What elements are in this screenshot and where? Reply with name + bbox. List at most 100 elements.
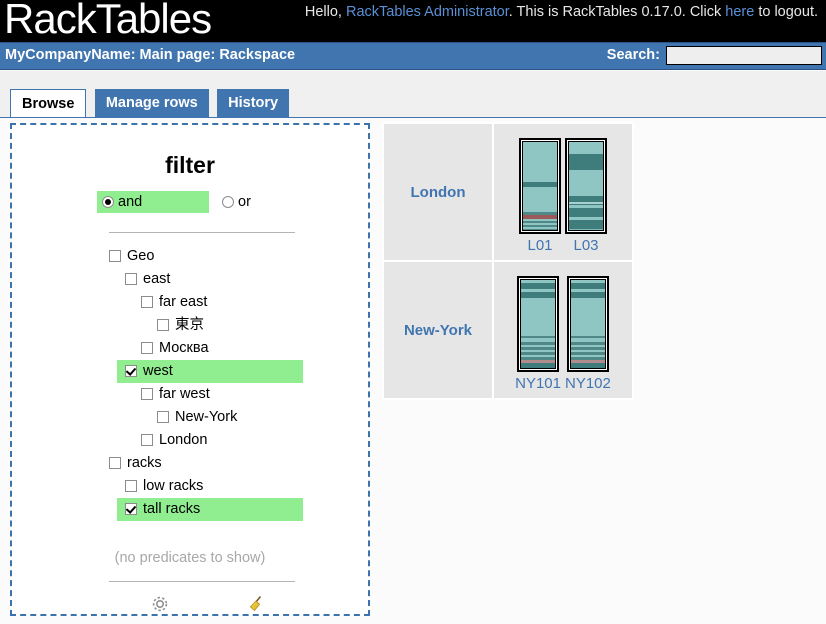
filter-mode-and[interactable]: and bbox=[97, 191, 209, 213]
filter-tree-item[interactable]: Москва bbox=[12, 337, 368, 360]
tab-bar: Browse Manage rows History bbox=[10, 89, 293, 118]
filter-mode-and-label: and bbox=[118, 194, 143, 210]
greeting-text: Hello, RackTables Administrator. This is… bbox=[258, 2, 818, 22]
rack-unit-band bbox=[569, 142, 603, 154]
radio-and-icon[interactable] bbox=[102, 196, 114, 208]
rack-units-graphic bbox=[522, 141, 558, 231]
rack-unit-band bbox=[569, 220, 603, 229]
filter-tree-item[interactable]: west bbox=[117, 360, 303, 383]
filter-tree-item[interactable]: Geo bbox=[12, 245, 368, 268]
filter-mode-group: and or bbox=[97, 191, 287, 213]
rack-unit-band bbox=[523, 142, 557, 182]
checkbox-icon[interactable] bbox=[157, 411, 169, 423]
rack-units-graphic bbox=[569, 279, 606, 369]
tab-underline bbox=[0, 117, 826, 118]
filter-tree-item-label: racks bbox=[127, 455, 162, 471]
rack-unit-band bbox=[569, 154, 603, 170]
filter-tree-item-label: far west bbox=[159, 386, 210, 402]
rack-unit-band bbox=[569, 170, 603, 196]
broom-icon[interactable] bbox=[245, 593, 267, 615]
gear-icon[interactable] bbox=[149, 593, 171, 615]
rack-unit-band bbox=[523, 229, 557, 230]
greeting-prefix: Hello, bbox=[304, 4, 346, 20]
filter-tree-item-label: low racks bbox=[143, 478, 204, 494]
filter-tree-item[interactable]: racks bbox=[12, 452, 368, 475]
rack-frame bbox=[565, 138, 607, 234]
rack-frame bbox=[517, 276, 560, 372]
filter-tree-item-label: Geo bbox=[127, 248, 155, 264]
filter-tree-item[interactable]: low racks bbox=[12, 475, 368, 498]
filter-tree-item-label: London bbox=[159, 432, 208, 448]
filter-separator-bottom bbox=[109, 581, 295, 582]
user-profile-link[interactable]: RackTables Administrator bbox=[346, 4, 509, 20]
rack-unit-band bbox=[569, 229, 603, 230]
filter-tree: Geo east far east 東京 Москва west far west New-Y… bbox=[12, 245, 368, 521]
rack-thumbnail[interactable]: NY101 bbox=[515, 276, 561, 392]
filter-tree-item-label: Москва bbox=[159, 340, 209, 356]
checkbox-icon[interactable] bbox=[109, 457, 121, 469]
filter-tree-item-label: tall racks bbox=[143, 501, 201, 517]
rack-unit-band bbox=[523, 187, 557, 212]
filter-tree-item[interactable]: east bbox=[12, 268, 368, 291]
rack-thumbnail[interactable]: NY102 bbox=[565, 276, 611, 392]
filter-tree-item[interactable]: far west bbox=[12, 383, 368, 406]
filter-tree-item[interactable]: London bbox=[12, 429, 368, 452]
checkbox-icon[interactable] bbox=[125, 365, 137, 377]
filter-tree-item[interactable]: New-York bbox=[12, 406, 368, 429]
filter-actions bbox=[109, 593, 295, 617]
tab-manage-rows[interactable]: Manage rows bbox=[94, 89, 209, 118]
rack-unit-band bbox=[570, 298, 605, 336]
checkbox-icon[interactable] bbox=[141, 388, 153, 400]
rack-unit-band bbox=[569, 202, 603, 204]
radio-or-icon[interactable] bbox=[222, 196, 234, 208]
rackspace-table: London L01 L03 New-York NY101 NY102 bbox=[382, 122, 634, 400]
rackspace-row: London L01 L03 bbox=[384, 124, 632, 260]
rack-thumbnail[interactable]: L03 bbox=[565, 138, 607, 254]
rackspace-row: New-York NY101 NY102 bbox=[384, 262, 632, 398]
search-input[interactable] bbox=[666, 46, 822, 65]
rack-name-link[interactable]: NY102 bbox=[565, 375, 611, 392]
no-predicates-message: (no predicates to show) bbox=[114, 550, 266, 566]
rack-row-name: London bbox=[384, 124, 492, 260]
filter-panel: filter and or Geo east far east 東京 Москва wes… bbox=[10, 123, 370, 616]
tab-browse[interactable]: Browse bbox=[10, 89, 87, 118]
filter-tree-item-label: east bbox=[143, 271, 171, 287]
checkbox-icon[interactable] bbox=[141, 342, 153, 354]
rack-row-cell: L01 L03 bbox=[494, 124, 632, 260]
rack-thumbnail[interactable]: L01 bbox=[519, 138, 561, 254]
navigation-bar: MyCompanyName: Main page: Rackspace Sear… bbox=[0, 42, 826, 70]
filter-mode-or-label: or bbox=[238, 194, 251, 210]
logout-link[interactable]: here bbox=[725, 4, 754, 20]
checkbox-icon[interactable] bbox=[109, 250, 121, 262]
filter-tree-item[interactable]: far east bbox=[12, 291, 368, 314]
tab-history[interactable]: History bbox=[217, 89, 290, 118]
filter-tree-item[interactable]: 東京 bbox=[12, 314, 368, 337]
filter-tree-item[interactable]: tall racks bbox=[117, 498, 303, 521]
checkbox-icon[interactable] bbox=[125, 273, 137, 285]
checkbox-icon[interactable] bbox=[157, 319, 169, 331]
breadcrumb: MyCompanyName: Main page: Rackspace bbox=[5, 47, 296, 63]
checkbox-icon[interactable] bbox=[125, 503, 137, 515]
checkbox-icon[interactable] bbox=[141, 296, 153, 308]
filter-tree-item-label: far east bbox=[159, 294, 208, 310]
rack-unit-band bbox=[521, 298, 556, 336]
rack-frame bbox=[566, 276, 609, 372]
rack-row-name: New-York bbox=[384, 262, 492, 398]
logo-text: RackTables bbox=[4, 0, 212, 42]
rack-name-link[interactable]: L03 bbox=[565, 237, 607, 254]
rack-row-cell: NY101 NY102 bbox=[494, 262, 632, 398]
filter-separator-top bbox=[109, 232, 295, 233]
rack-units-graphic bbox=[568, 141, 604, 231]
rack-unit-band bbox=[569, 208, 603, 217]
rack-name-link[interactable]: L01 bbox=[519, 237, 561, 254]
rack-unit-band bbox=[521, 363, 556, 368]
filter-tree-item-label: west bbox=[143, 363, 173, 379]
filter-title: filter bbox=[165, 152, 215, 178]
filter-tree-item-label: 東京 bbox=[175, 317, 204, 333]
rack-name-link[interactable]: NY101 bbox=[515, 375, 561, 392]
checkbox-icon[interactable] bbox=[141, 434, 153, 446]
checkbox-icon[interactable] bbox=[125, 480, 137, 492]
rack-frame bbox=[519, 138, 561, 234]
rack-unit-band bbox=[570, 363, 605, 368]
filter-mode-or[interactable]: or bbox=[217, 191, 251, 213]
